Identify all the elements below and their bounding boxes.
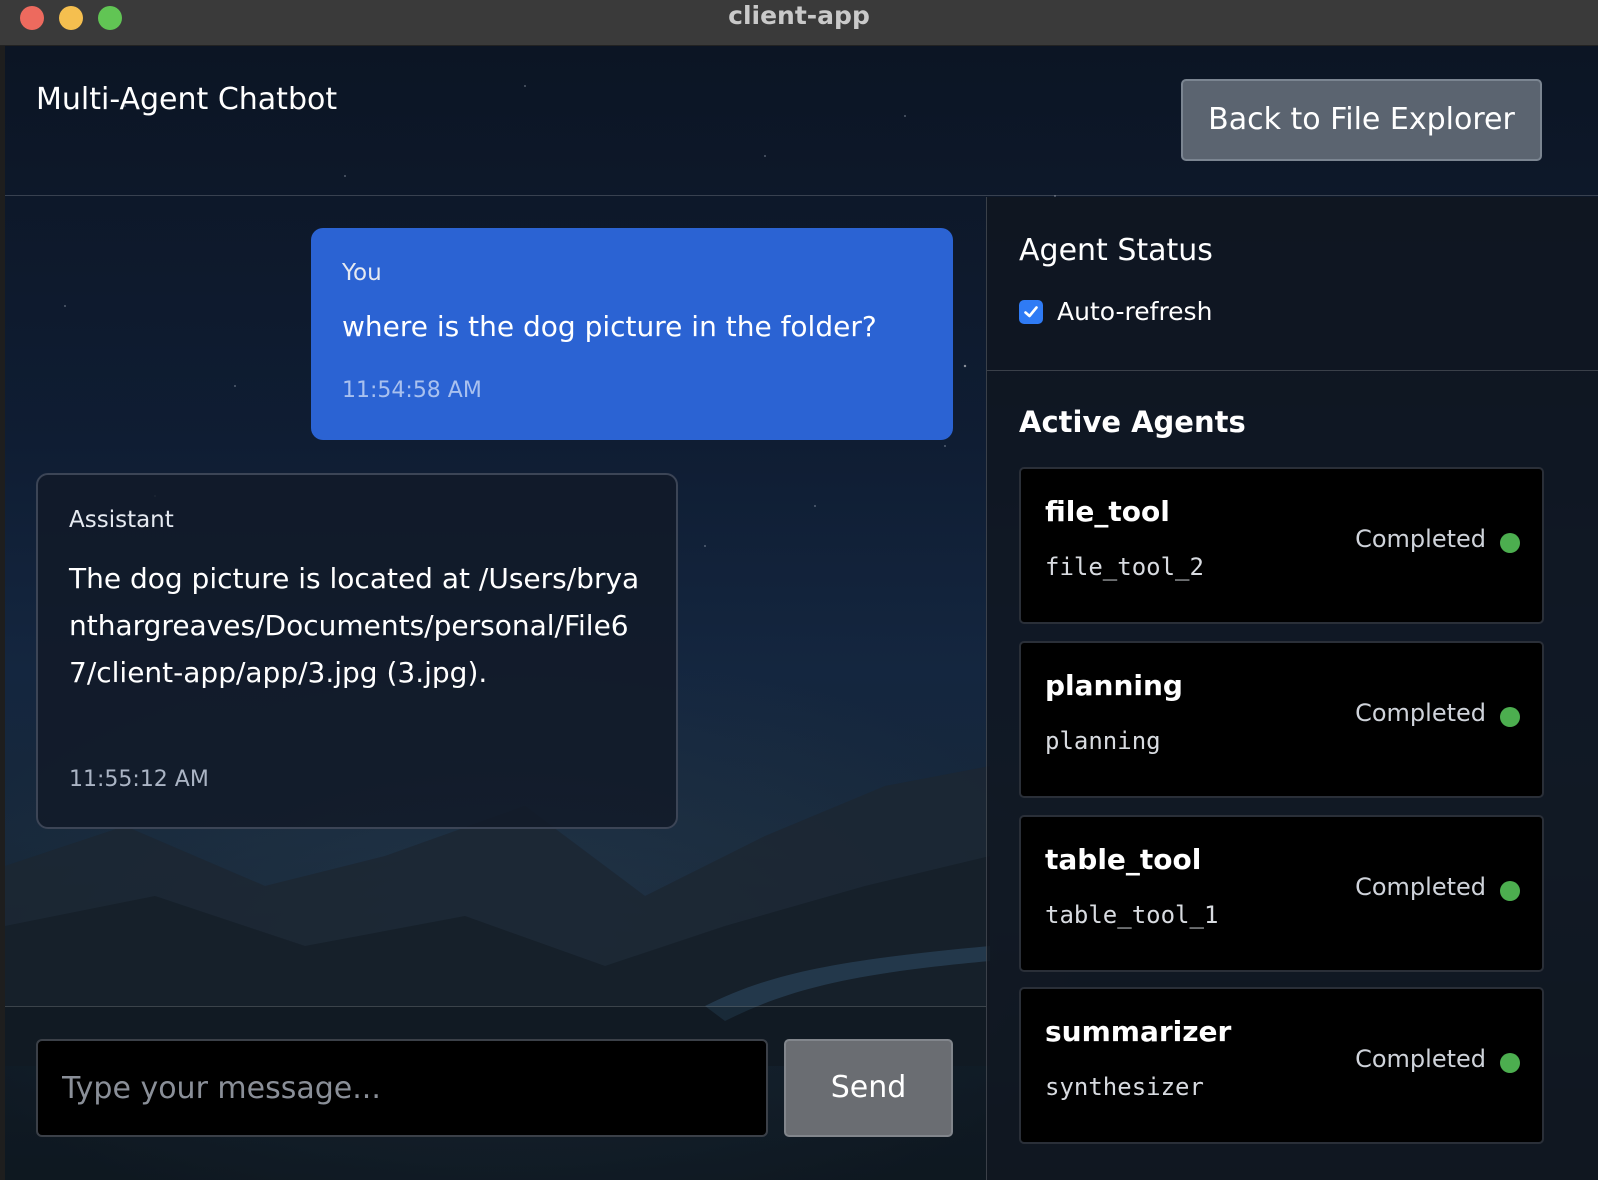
composer-bar: Send [5,1006,986,1180]
agent-card-summarizer[interactable]: summarizer synthesizer Completed [1019,987,1544,1144]
agent-name: table_tool [1045,843,1202,876]
status-dot-icon [1500,1053,1520,1073]
app-title: Multi-Agent Chatbot [36,82,338,117]
app-header: Multi-Agent Chatbot Back to File Explore… [5,46,1598,196]
user-message: You where is the dog picture in the fold… [311,228,953,440]
agent-status-text: Completed [1355,873,1486,901]
agent-id: file_tool_2 [1045,553,1204,581]
agent-card-planning[interactable]: planning planning Completed [1019,641,1544,798]
auto-refresh-toggle[interactable]: Auto-refresh [1019,297,1212,326]
status-dot-icon [1500,881,1520,901]
agent-name: planning [1045,669,1183,702]
agent-id: planning [1045,727,1161,755]
status-dot-icon [1500,533,1520,553]
window-title: client-app [728,1,870,30]
message-sender: Assistant [69,507,174,533]
auto-refresh-checkbox[interactable] [1019,299,1043,324]
message-text: The dog picture is located at /Users/bry… [69,562,640,689]
agent-status-section: Agent Status Auto-refresh [987,197,1598,371]
agent-card-table-tool[interactable]: table_tool table_tool_1 Completed [1019,815,1544,972]
message-timestamp: 11:54:58 AM [342,378,482,403]
agent-id: table_tool_1 [1045,901,1219,929]
agent-name: summarizer [1045,1015,1232,1048]
app-root: Multi-Agent Chatbot Back to File Explore… [5,46,1598,1180]
message-input[interactable] [36,1039,768,1137]
assistant-message: Assistant The dog picture is located at … [36,473,678,829]
agent-status-title: Agent Status [1019,233,1213,268]
agent-status-text: Completed [1355,699,1486,727]
agent-name: file_tool [1045,495,1170,528]
status-dot-icon [1500,707,1520,727]
active-agents-title: Active Agents [1019,405,1246,439]
agent-status-text: Completed [1355,1045,1486,1073]
message-sender: You [342,260,382,286]
back-to-file-explorer-button[interactable]: Back to File Explorer [1181,79,1542,161]
window-titlebar: client-app [0,0,1598,46]
message-text: where is the dog picture in the folder? [342,310,877,343]
agent-id: synthesizer [1045,1073,1204,1101]
send-button[interactable]: Send [784,1039,953,1137]
checkmark-icon [1024,305,1038,317]
agent-status-text: Completed [1355,525,1486,553]
agent-sidebar: Agent Status Auto-refresh Active Agents … [986,197,1598,1180]
auto-refresh-label: Auto-refresh [1057,297,1213,326]
agent-card-file-tool[interactable]: file_tool file_tool_2 Completed [1019,467,1544,624]
chat-panel: You where is the dog picture in the fold… [5,197,986,1007]
message-timestamp: 11:55:12 AM [69,767,209,792]
